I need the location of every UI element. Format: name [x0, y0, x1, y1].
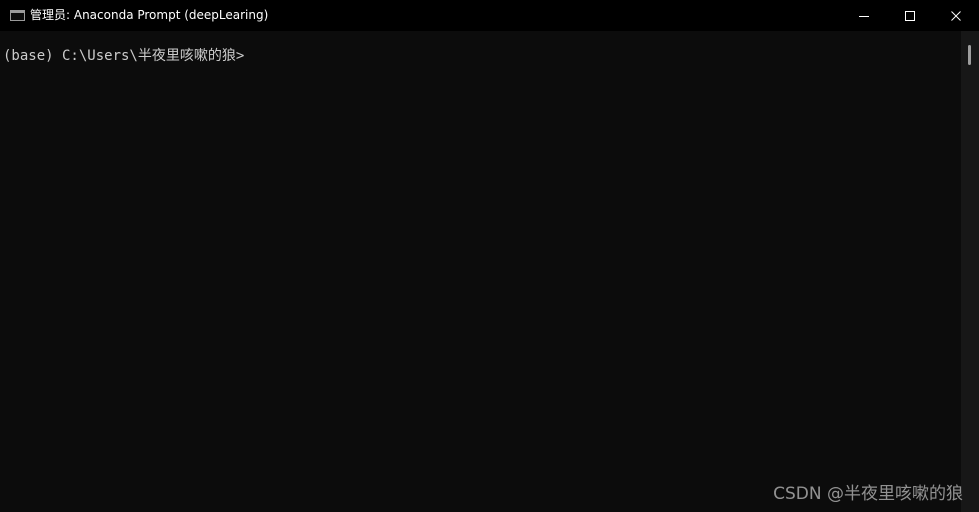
console-window: 管理员: Anaconda Prompt (deepLearing) (base… — [0, 0, 979, 512]
minimize-icon — [859, 15, 869, 17]
vertical-scrollbar[interactable] — [961, 31, 979, 512]
console-app-icon[interactable] — [10, 10, 25, 21]
window-title: 管理员: Anaconda Prompt (deepLearing) — [30, 8, 269, 22]
scrollbar-thumb[interactable] — [968, 45, 971, 65]
maximize-button[interactable] — [887, 0, 933, 31]
command-prompt-line: (base) C:\Users\半夜里咳嗽的狼> — [3, 48, 245, 64]
console-output-area[interactable]: (base) C:\Users\半夜里咳嗽的狼> — [0, 31, 961, 512]
minimize-button[interactable] — [841, 0, 887, 31]
close-icon — [951, 10, 961, 21]
watermark-text: CSDN @半夜里咳嗽的狼 — [773, 484, 963, 504]
title-bar[interactable]: 管理员: Anaconda Prompt (deepLearing) — [0, 0, 979, 31]
close-button[interactable] — [933, 0, 979, 31]
maximize-icon — [905, 10, 915, 21]
